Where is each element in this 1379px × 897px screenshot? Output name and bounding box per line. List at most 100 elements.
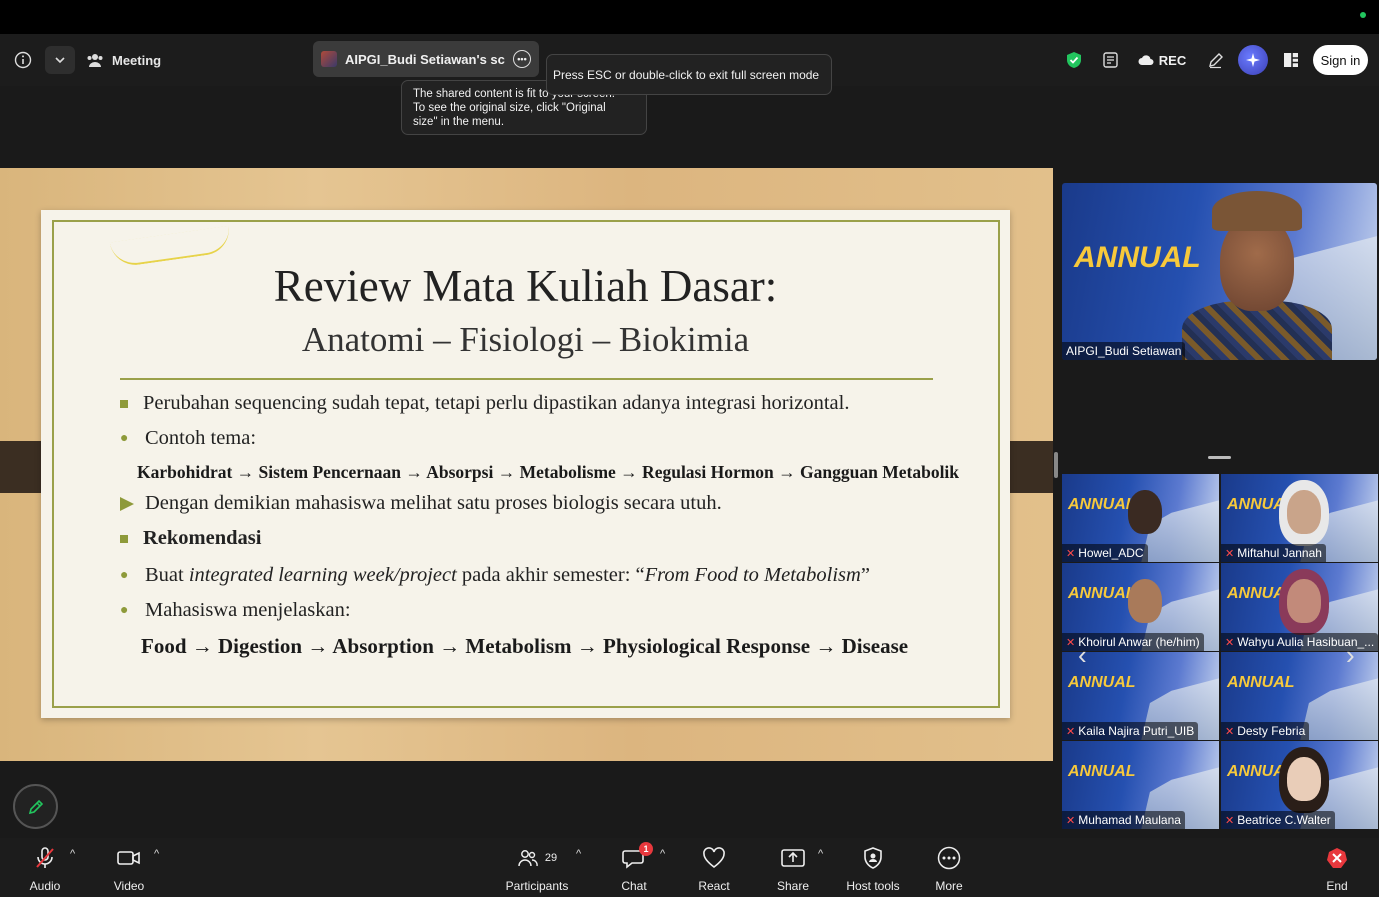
bullet-1-text: Perubahan sequencing sudah tepat, tetapi… — [143, 392, 850, 414]
participant-banner: ANNUAL — [1068, 585, 1136, 602]
participant-name: Howel_ADC — [1078, 546, 1144, 560]
annotate-button[interactable] — [13, 784, 58, 829]
participant-name: Khoirul Anwar (he/him) — [1078, 635, 1200, 649]
bullet-3: Dengan demikian mahasiswa melihat satu p… — [120, 492, 722, 515]
meeting-menu-button[interactable]: Meeting — [86, 46, 161, 74]
gallery-next-arrow[interactable]: › — [1346, 640, 1355, 671]
gallery-prev-arrow[interactable]: ‹ — [1078, 640, 1087, 671]
title-rule — [120, 378, 933, 380]
audio-label: Audio — [29, 879, 61, 893]
shared-screen: Review Mata Kuliah Dasar: Anatomi – Fisi… — [0, 168, 1053, 761]
share-label: Share — [776, 879, 810, 893]
security-button[interactable] — [1063, 46, 1085, 74]
participant-tile[interactable]: ANNUAL ✕ Howel_ADC — [1062, 474, 1219, 562]
participant-name: Miftahul Jannah — [1237, 546, 1322, 560]
react-label: React — [698, 879, 730, 893]
participants-count: 29 — [544, 852, 558, 864]
participant-name-tag: ✕ Kaila Najira Putri_UIB — [1062, 722, 1199, 740]
gallery-divider-handle[interactable] — [1208, 456, 1231, 459]
participant-tile[interactable]: ANNUAL ✕ Wahyu Aulia Hasibuan_... — [1221, 563, 1378, 651]
mic-muted-icon: ✕ — [1066, 547, 1076, 560]
cloud-icon — [1138, 55, 1154, 65]
end-call-icon — [1327, 848, 1347, 868]
participant-tile[interactable]: ANNUAL ✕ Miftahul Jannah — [1221, 474, 1378, 562]
layout-button[interactable] — [1281, 46, 1301, 74]
presenter-avatar — [321, 51, 337, 67]
view-options-button[interactable] — [45, 46, 75, 74]
status-dot — [1360, 12, 1366, 18]
audio-options-caret[interactable]: ^ — [70, 848, 75, 860]
sign-in-button[interactable]: Sign in — [1313, 45, 1368, 75]
more-options-icon[interactable]: ••• — [513, 50, 531, 68]
info-icon — [14, 51, 32, 69]
layout-icon — [1284, 53, 1298, 67]
participant-tile[interactable]: ANNUAL ✕ Muhamad Maulana — [1062, 741, 1219, 829]
ai-companion-button[interactable] — [1238, 45, 1268, 75]
participant-name: Beatrice C.Walter — [1237, 813, 1331, 827]
video-camera-icon — [117, 851, 140, 865]
notes-icon — [1103, 52, 1118, 68]
participant-banner: ANNUAL — [1227, 674, 1295, 691]
panel-resize-handle[interactable] — [1054, 452, 1058, 478]
flow-food: Food → Digestion → Absorption → Metaboli… — [141, 634, 909, 658]
more-button[interactable]: More — [930, 846, 968, 894]
participant-name: Kaila Najira Putri_UIB — [1078, 724, 1195, 738]
participant-name-tag: ✕ Muhamad Maulana — [1062, 811, 1185, 829]
participants-options-caret[interactable]: ^ — [576, 848, 581, 860]
top-strip — [0, 0, 1379, 34]
notes-button[interactable] — [1100, 46, 1122, 74]
video-options-caret[interactable]: ^ — [154, 848, 159, 860]
participant-banner: ANNUAL — [1068, 674, 1136, 691]
mic-muted-icon: ✕ — [1225, 725, 1235, 738]
bullet-2: ● Contoh tema: — [120, 427, 256, 450]
participant-name-tag: ✕ Desty Febria — [1221, 722, 1310, 740]
sparkle-icon — [1246, 53, 1260, 67]
speaker-hat — [1212, 191, 1302, 231]
participant-face — [1128, 579, 1162, 623]
bullet-5-italic: integrated learning week/project — [188, 564, 457, 586]
chat-options-caret[interactable]: ^ — [660, 848, 665, 860]
video-button[interactable]: Video — [108, 846, 150, 894]
bullet-5-pre: Buat — [145, 564, 189, 586]
host-tools-button[interactable]: Host tools — [843, 846, 903, 894]
fit-tip-line2: To see the original size, click "Origina… — [413, 102, 606, 114]
speaker-banner: ANNUAL — [1074, 241, 1201, 274]
participant-tile[interactable]: ANNUAL ✕ Beatrice C.Walter — [1221, 741, 1378, 829]
record-button[interactable]: REC — [1136, 46, 1188, 74]
flow-karbohidrat: Karbohidrat → Sistem Pencernaan → Absorp… — [137, 462, 960, 482]
bullet-5-post: ” — [860, 564, 870, 586]
dot-bullet-icon: ● — [120, 567, 129, 583]
pencil-icon — [1208, 52, 1223, 68]
whiteboard-button[interactable] — [1204, 46, 1226, 74]
end-button[interactable]: End — [1320, 846, 1354, 894]
bullet-3-text: Dengan demikian mahasiswa melihat satu p… — [145, 492, 722, 514]
bullet-2-text: Contoh tema: — [145, 427, 257, 449]
participant-banner: ANNUAL — [1068, 496, 1136, 513]
screen-share-pill[interactable]: AIPGI_Budi Setiawan's screen ••• — [313, 41, 539, 77]
shield-check-icon — [1067, 52, 1081, 68]
audio-button[interactable]: Audio — [24, 846, 66, 894]
share-button[interactable]: Share — [774, 846, 812, 894]
end-label: End — [1326, 879, 1348, 893]
participant-face — [1287, 579, 1321, 623]
active-speaker-video[interactable]: ANNUAL AIPGI_Budi Setiawan — [1062, 183, 1377, 360]
more-dots-icon — [937, 846, 961, 870]
participant-tile[interactable]: ANNUAL ✕ Khoirul Anwar (he/him) — [1062, 563, 1219, 651]
participant-name-tag: ✕ Miftahul Jannah — [1221, 544, 1326, 562]
participants-button[interactable]: 29 Participants — [502, 846, 572, 894]
people-icon — [87, 54, 103, 67]
mic-muted-icon: ✕ — [1225, 814, 1235, 827]
meeting-info-button[interactable] — [10, 46, 36, 74]
bullet-4: Rekomendasi — [120, 527, 261, 550]
share-options-caret[interactable]: ^ — [818, 848, 823, 860]
bullet-6: ● Mahasiswa menjelaskan: — [120, 599, 351, 622]
bullet-5-italic2: From Food to Metabolism — [644, 564, 861, 586]
esc-tip-text: Press ESC or double-click to exit full s… — [553, 67, 820, 82]
rec-label: REC — [1158, 52, 1187, 68]
react-button[interactable]: React — [694, 846, 734, 894]
mic-muted-icon: ✕ — [1225, 636, 1235, 649]
square-bullet-icon — [120, 534, 128, 543]
mic-muted-icon: ✕ — [1225, 547, 1235, 560]
chat-label: Chat — [621, 879, 647, 893]
dot-bullet-icon: ● — [120, 602, 129, 618]
